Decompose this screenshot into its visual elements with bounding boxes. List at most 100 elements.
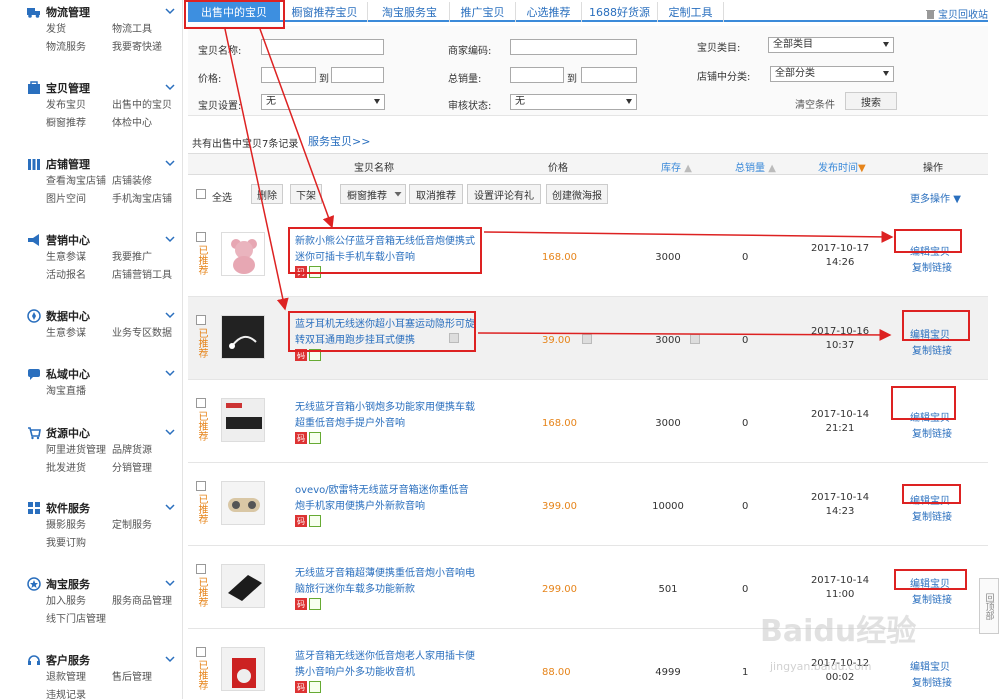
- copy-link-button[interactable]: 复制链接: [912, 342, 952, 357]
- sidebar-section-header[interactable]: 物流管理: [27, 3, 90, 21]
- sidebar-link[interactable]: 服务商品管理: [112, 595, 178, 609]
- chevron-down-icon[interactable]: [164, 501, 176, 513]
- product-thumbnail[interactable]: [221, 647, 265, 691]
- sidebar-section-header[interactable]: 营销中心: [28, 231, 90, 249]
- tab-window-recommend[interactable]: 橱窗推荐宝贝: [282, 2, 368, 22]
- sidebar-section-header[interactable]: 宝贝管理: [28, 79, 90, 97]
- clear-filters-button[interactable]: 清空条件: [795, 96, 835, 111]
- sidebar-link[interactable]: 分销管理: [112, 462, 178, 476]
- copy-link-button[interactable]: 复制链接: [912, 425, 952, 440]
- sales-min-input[interactable]: [510, 67, 564, 83]
- qr-code-icon[interactable]: 码: [295, 432, 307, 444]
- sidebar-link[interactable]: 发货: [46, 23, 112, 37]
- chevron-down-icon[interactable]: [164, 577, 176, 589]
- sidebar-link[interactable]: 加入服务: [46, 595, 112, 609]
- chevron-down-icon[interactable]: [164, 157, 176, 169]
- cancel-recommend-button[interactable]: 取消推荐: [409, 184, 463, 204]
- row-checkbox[interactable]: [196, 315, 206, 325]
- sidebar-link[interactable]: 阿里进货管理: [46, 444, 112, 458]
- chevron-down-icon[interactable]: [164, 233, 176, 245]
- tab-on-sale[interactable]: 出售中的宝贝: [188, 2, 280, 22]
- product-thumbnail[interactable]: [221, 232, 265, 276]
- product-title-link[interactable]: 蓝牙耳机无线迷你超小耳塞运动隐形可旋转双耳通用跑步挂耳式便携: [295, 317, 475, 349]
- phone-icon[interactable]: [309, 432, 321, 444]
- service-products-link[interactable]: 服务宝贝>>: [308, 133, 370, 149]
- review-gift-button[interactable]: 设置评论有礼: [467, 184, 541, 204]
- sidebar-link[interactable]: 定制服务: [112, 519, 178, 533]
- chevron-down-icon[interactable]: [164, 653, 176, 665]
- phone-icon[interactable]: [309, 266, 321, 278]
- sidebar-link[interactable]: 线下门店管理: [46, 613, 112, 627]
- qr-code-icon[interactable]: 码: [295, 266, 307, 278]
- tab-promoted[interactable]: 推广宝贝: [450, 2, 516, 22]
- sidebar-section-header[interactable]: 淘宝服务: [27, 575, 90, 593]
- sidebar-link[interactable]: 活动报名: [46, 269, 112, 283]
- sidebar-link[interactable]: 我要推广: [112, 251, 178, 265]
- qr-code-icon[interactable]: 码: [295, 349, 307, 361]
- sidebar-section-header[interactable]: 货源中心: [28, 424, 90, 442]
- sidebar-link[interactable]: 违规记录: [46, 689, 112, 699]
- back-to-top-button[interactable]: 回顶部: [979, 578, 999, 634]
- copy-link-button[interactable]: 复制链接: [912, 591, 952, 606]
- sidebar-link[interactable]: 查看淘宝店铺: [46, 175, 112, 189]
- tab-service-treasure[interactable]: 淘宝服务宝: [370, 2, 450, 22]
- copy-link-button[interactable]: 复制链接: [912, 674, 952, 689]
- sidebar-link[interactable]: 品牌货源: [112, 444, 178, 458]
- product-title-link[interactable]: 无线蓝牙音箱小钢炮多功能家用便携车载超重低音炮手提户外音响: [295, 400, 475, 432]
- shop-category-select[interactable]: 全部分类: [770, 66, 894, 82]
- copy-link-button[interactable]: 复制链接: [912, 259, 952, 274]
- sidebar-link[interactable]: 生意参谋: [46, 327, 112, 341]
- sidebar-link[interactable]: 生意参谋: [46, 251, 112, 265]
- category-select[interactable]: 全部类目: [768, 37, 894, 53]
- phone-icon[interactable]: [309, 349, 321, 361]
- chevron-down-icon[interactable]: [164, 309, 176, 321]
- review-select[interactable]: 无: [510, 94, 637, 110]
- tab-curated[interactable]: 心选推荐: [516, 2, 582, 22]
- sidebar-link[interactable]: 业务专区数据: [112, 327, 178, 341]
- row-checkbox[interactable]: [196, 398, 206, 408]
- product-title-link[interactable]: 新款小熊公仔蓝牙音箱无线低音炮便携式迷你可插卡手机车载小音响: [295, 234, 475, 266]
- phone-icon[interactable]: [309, 598, 321, 610]
- sidebar-link[interactable]: 店铺营销工具: [112, 269, 178, 283]
- search-button[interactable]: 搜索: [845, 92, 897, 110]
- edit-product-link[interactable]: 编辑宝贝: [910, 326, 950, 341]
- sidebar-link[interactable]: 淘宝直播: [46, 385, 112, 399]
- edit-product-link[interactable]: 编辑宝贝: [910, 409, 950, 424]
- copy-link-button[interactable]: 复制链接: [912, 508, 952, 523]
- sidebar-link[interactable]: 批发进货: [46, 462, 112, 476]
- sidebar-section-header[interactable]: 店铺管理: [28, 155, 90, 173]
- qr-code-icon[interactable]: 码: [295, 681, 307, 693]
- setting-select[interactable]: 无: [261, 94, 385, 110]
- sidebar-link[interactable]: 摄影服务: [46, 519, 112, 533]
- col-time[interactable]: 发布时间▼: [818, 159, 866, 174]
- sidebar-link[interactable]: 发布宝贝: [46, 99, 112, 113]
- product-title-link[interactable]: 无线蓝牙音箱超薄便携重低音炮小音响电脑旅行迷你车载多功能新款: [295, 566, 475, 598]
- edit-product-link[interactable]: 编辑宝贝: [910, 658, 950, 673]
- sidebar-link[interactable]: 售后管理: [112, 671, 178, 685]
- tab-custom-tools[interactable]: 定制工具: [658, 2, 724, 22]
- qr-code-icon[interactable]: 码: [295, 598, 307, 610]
- edit-pencil-icon[interactable]: [449, 333, 459, 343]
- sidebar-link[interactable]: 体检中心: [112, 117, 178, 131]
- product-thumbnail[interactable]: [221, 564, 265, 608]
- sidebar-link[interactable]: 物流服务: [46, 41, 112, 55]
- create-poster-button[interactable]: 创建微海报: [546, 184, 608, 204]
- edit-pencil-icon[interactable]: [690, 334, 700, 344]
- sales-max-input[interactable]: [581, 67, 637, 83]
- phone-icon[interactable]: [309, 515, 321, 527]
- sidebar-link[interactable]: 物流工具: [112, 23, 178, 37]
- chevron-down-icon[interactable]: [164, 81, 176, 93]
- price-max-input[interactable]: [331, 67, 384, 83]
- edit-pencil-icon[interactable]: [582, 334, 592, 344]
- sidebar-section-header[interactable]: 客户服务: [28, 651, 90, 669]
- qr-code-icon[interactable]: 码: [295, 515, 307, 527]
- tab-1688-source[interactable]: 1688好货源: [582, 2, 658, 22]
- price-min-input[interactable]: [261, 67, 316, 83]
- delist-button[interactable]: 下架: [290, 184, 322, 204]
- phone-icon[interactable]: [309, 681, 321, 693]
- edit-product-link[interactable]: 编辑宝贝: [910, 575, 950, 590]
- sidebar-link[interactable]: 店铺装修: [112, 175, 178, 189]
- window-recommend-button[interactable]: 橱窗推荐: [340, 184, 406, 204]
- sidebar-section-header[interactable]: 私域中心: [28, 365, 90, 383]
- product-thumbnail[interactable]: [221, 481, 265, 525]
